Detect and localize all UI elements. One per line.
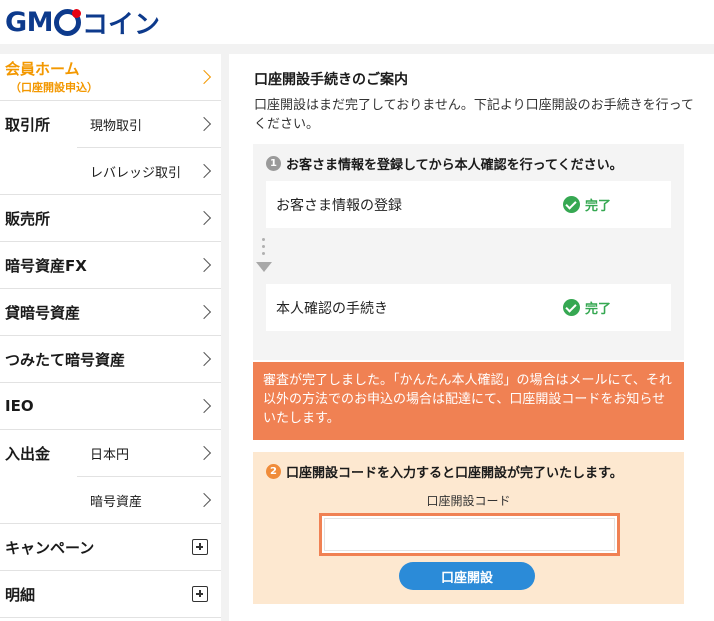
step-number-badge: 2 bbox=[266, 464, 281, 479]
sidebar-item-label: 販売所 bbox=[5, 209, 51, 228]
page-description: 口座開設はまだ完了しておりません。下記より口座開設のお手続きを行ってください。 bbox=[254, 98, 694, 132]
status-text: 完了 bbox=[585, 302, 612, 317]
sidebar-item-statement[interactable]: 明細 bbox=[0, 571, 221, 618]
chevron-right-icon bbox=[196, 116, 212, 132]
status-badge: 完了 bbox=[563, 195, 611, 214]
logo-o-mark bbox=[54, 8, 82, 36]
sidebar-item-label: 入出金 bbox=[5, 445, 51, 463]
chevron-right-icon bbox=[196, 492, 212, 508]
sidebar-item-label: 暗号資産FX bbox=[5, 256, 87, 275]
sidebar-item-lending[interactable]: 貸暗号資産 bbox=[0, 289, 221, 336]
status-text: 完了 bbox=[585, 199, 612, 214]
step1-heading-text: お客さま情報を登録してから本人確認を行ってください。 bbox=[286, 158, 623, 173]
sidebar-item-campaign[interactable]: キャンペーン bbox=[0, 524, 221, 571]
review-complete-notice: 審査が完了しました。「かんたん本人確認」の場合はメールにて、それ以外の方法でのお… bbox=[253, 362, 684, 440]
gmo-coin-logo[interactable]: GM コイン bbox=[5, 5, 161, 40]
sidebar-item-label: レバレッジ取引 bbox=[90, 165, 182, 181]
chevron-right-icon bbox=[196, 304, 212, 320]
chevron-right-icon bbox=[196, 163, 212, 179]
sidebar-nav: 会員ホーム （口座開設申込） 取引所 現物取引 レバレッジ取引 販売所 暗号資産… bbox=[0, 54, 221, 621]
chevron-right-icon bbox=[196, 210, 212, 226]
sidebar-item-label: つみたて暗号資産 bbox=[5, 350, 126, 369]
sidebar-item-label: 取引所 bbox=[5, 116, 51, 134]
code-field-label: 口座開設コード bbox=[426, 494, 511, 508]
sidebar-item-label: キャンペーン bbox=[5, 538, 95, 557]
sidebar-item-ieo[interactable]: IEO bbox=[0, 383, 221, 430]
sidebar-item-label: IEO bbox=[5, 397, 34, 415]
chevron-right-icon bbox=[196, 257, 212, 273]
page-title: 口座開設手続きのご案内 bbox=[254, 72, 408, 88]
status-badge: 完了 bbox=[563, 298, 611, 317]
sidebar-item-sublabel: （口座開設申込） bbox=[10, 81, 98, 94]
sidebar-item-member-home[interactable]: 会員ホーム （口座開設申込） bbox=[0, 54, 221, 101]
top-header: GM コイン bbox=[0, 0, 714, 44]
logo-text-kana: コイン bbox=[82, 9, 161, 40]
step1-box: 1 お客さま情報を登録してから本人確認を行ってください。 お客さま情報の登録 完… bbox=[253, 144, 684, 360]
chevron-right-icon bbox=[196, 351, 212, 367]
sidebar-item-deposit-jpy[interactable]: 日本円 bbox=[77, 430, 221, 477]
account-opening-panel: 口座開設手続きのご案内 口座開設はまだ完了しておりません。下記より口座開設のお手… bbox=[229, 54, 714, 621]
sidebar-item-label: 貸暗号資産 bbox=[5, 303, 81, 322]
sidebar-item-label: 日本円 bbox=[90, 447, 130, 463]
sidebar-item-hanbaijo[interactable]: 販売所 bbox=[0, 195, 221, 242]
check-circle-icon bbox=[563, 196, 580, 213]
customer-info-card: お客さま情報の登録 完了 bbox=[266, 181, 671, 228]
open-account-button[interactable]: 口座開設 bbox=[399, 562, 535, 590]
sidebar-item-label: 暗号資産 bbox=[90, 494, 143, 510]
check-circle-icon bbox=[563, 299, 580, 316]
sidebar-item-label: 明細 bbox=[5, 585, 36, 604]
identity-check-label: 本人確認の手続き bbox=[276, 300, 388, 317]
expand-plus-icon[interactable] bbox=[192, 539, 208, 555]
identity-check-card: 本人確認の手続き 完了 bbox=[266, 284, 671, 331]
step-number-badge: 1 bbox=[266, 156, 281, 171]
chevron-right-icon bbox=[196, 398, 212, 414]
sidebar-item-deposit-crypto[interactable]: 暗号資産 bbox=[0, 477, 221, 524]
expand-plus-icon[interactable] bbox=[192, 586, 208, 602]
sidebar-item-label: 会員ホーム bbox=[5, 60, 80, 78]
sidebar-item-tsumitate[interactable]: つみたて暗号資産 bbox=[0, 336, 221, 383]
chevron-right-icon bbox=[196, 69, 212, 85]
step2-box: 2 口座開設コードを入力すると口座開設が完了いたします。 口座開設コード 口座開… bbox=[253, 452, 684, 604]
step2-heading-text: 口座開設コードを入力すると口座開設が完了いたします。 bbox=[286, 466, 623, 481]
chevron-right-icon bbox=[196, 445, 212, 461]
code-input-wrapper bbox=[319, 513, 620, 556]
step-connector-arrow-icon bbox=[256, 234, 272, 274]
sidebar-item-label: 現物取引 bbox=[90, 118, 143, 134]
sidebar-item-spot-trade[interactable]: 現物取引 bbox=[77, 101, 221, 148]
sidebar-item-leverage-trade[interactable]: レバレッジ取引 bbox=[0, 148, 221, 195]
step1-heading: 1 お客さま情報を登録してから本人確認を行ってください。 bbox=[266, 154, 623, 173]
logo-text-gm: GM bbox=[5, 6, 54, 38]
account-code-input[interactable] bbox=[324, 518, 615, 551]
customer-info-label: お客さま情報の登録 bbox=[276, 197, 402, 214]
sidebar-item-crypto-fx[interactable]: 暗号資産FX bbox=[0, 242, 221, 289]
step2-heading: 2 口座開設コードを入力すると口座開設が完了いたします。 bbox=[266, 462, 623, 481]
